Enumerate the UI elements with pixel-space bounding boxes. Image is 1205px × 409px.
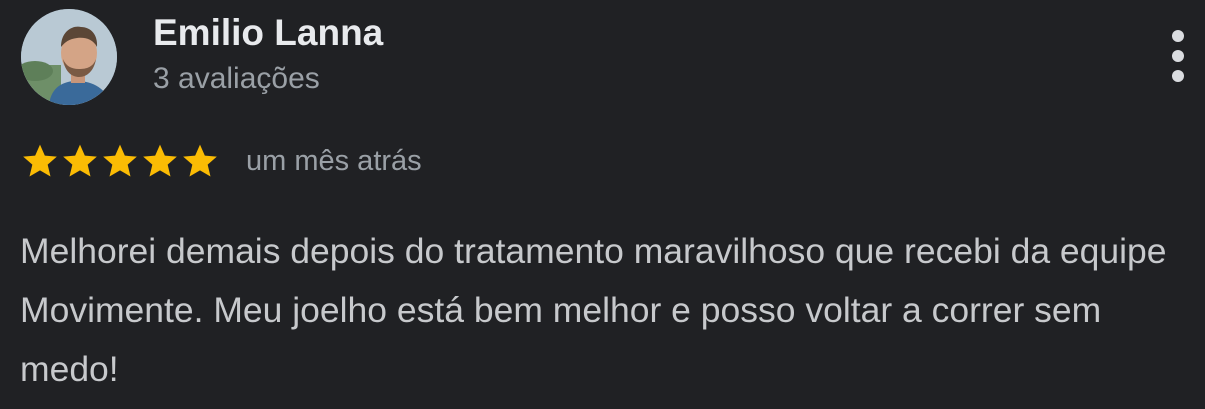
more-vert-icon-dot	[1172, 50, 1184, 62]
author-review-count: 3 avaliações	[153, 62, 320, 95]
star-rating	[20, 141, 220, 181]
avatar-photo	[21, 9, 117, 105]
more-vert-icon-dot	[1172, 70, 1184, 82]
star-icon	[23, 144, 57, 177]
review-date: um mês atrás	[246, 144, 422, 177]
more-options-button[interactable]	[1158, 26, 1198, 86]
review-text: Melhorei demais depois do tratamento mar…	[20, 231, 1167, 389]
star-icon	[63, 144, 97, 177]
author-name[interactable]: Emilio Lanna	[153, 12, 383, 54]
star-icon	[103, 144, 137, 177]
star-icon	[143, 144, 177, 177]
rating-row: um mês atrás	[20, 141, 422, 181]
more-vert-icon	[1172, 30, 1184, 42]
star-icon	[183, 144, 217, 177]
author-avatar[interactable]	[21, 9, 117, 105]
